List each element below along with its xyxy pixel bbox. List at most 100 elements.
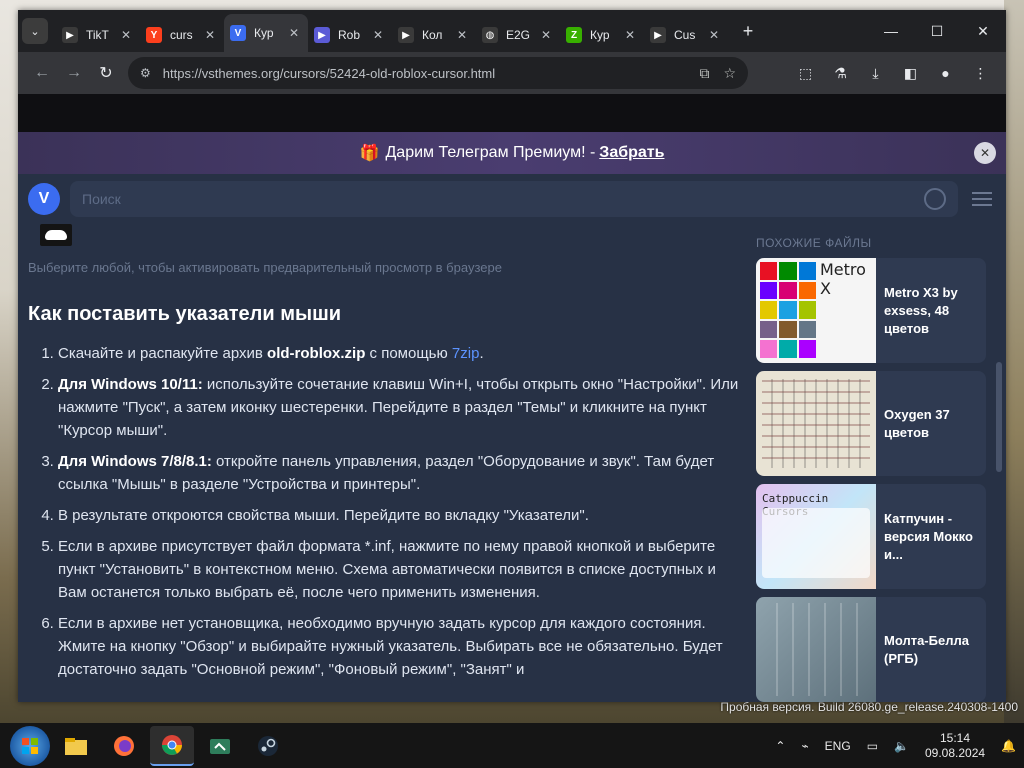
card-title[interactable]: Молта-Белла (РГБ): [876, 597, 986, 702]
step-text: В результате откроются свойства мыши. Пе…: [58, 507, 589, 524]
chrome-icon[interactable]: [150, 725, 194, 766]
step-text: .: [479, 345, 484, 362]
tab-close-icon[interactable]: ✕: [202, 28, 218, 42]
similar-file-card[interactable]: Metro X Metro X3 by exsess, 48 цветов: [756, 258, 986, 363]
step-text: Скачайте и распакуйте архив: [58, 345, 268, 362]
tab-label: Кур: [590, 28, 610, 42]
similar-file-card[interactable]: Молта-Белла (РГБ): [756, 597, 986, 702]
tab-close-icon[interactable]: ✕: [454, 28, 470, 42]
similar-files-title: ПОХОЖИЕ ФАЙЛЫ: [756, 236, 872, 250]
tab-label: Кур: [254, 26, 274, 40]
browser-tab[interactable]: ▶ Rob ✕: [308, 18, 392, 52]
browser-window: ⌄ ▶ TikT ✕ Ycurs ✕ V Кур ✕ ▶ Rob ✕ ▶ Кол ✕ ◍ E2G ✕ Z Кур ✕ ▶…: [18, 10, 1006, 702]
page-top-band: [18, 94, 1006, 132]
extensions-icon[interactable]: ⬚: [788, 65, 823, 82]
clock[interactable]: 15:14 09.08.2024: [925, 731, 985, 761]
card-title[interactable]: Metro X3 by exsess, 48 цветов: [876, 258, 986, 363]
address-bar[interactable]: ⚙ https://vsthemes.org/cursors/52424-old…: [128, 57, 748, 89]
maximize-icon[interactable]: ☐: [914, 23, 960, 40]
7zip-link[interactable]: 7zip: [452, 345, 480, 362]
tab-close-icon[interactable]: ✕: [538, 28, 554, 42]
system-tray: ⌃ ⌁ ENG ▭ 🔈 15:14 09.08.2024 🔔: [767, 731, 1024, 761]
tab-label: Cus: [674, 28, 696, 42]
minimize-icon[interactable]: —: [868, 23, 914, 40]
install-app-icon[interactable]: ⧉: [699, 65, 709, 82]
cursor-preview-thumb[interactable]: [40, 224, 72, 246]
similar-file-card[interactable]: Catppuccin Cursors Катпучин - версия Мок…: [756, 484, 986, 589]
browser-tab[interactable]: ◍ E2G ✕: [476, 18, 560, 52]
gift-icon: 🎁: [359, 145, 380, 162]
display-icon[interactable]: ▭: [867, 739, 878, 753]
browser-tab[interactable]: ▶ Кол ✕: [392, 18, 476, 52]
tab-close-icon[interactable]: ✕: [118, 28, 134, 42]
forward-icon[interactable]: →: [58, 64, 90, 82]
browser-tab[interactable]: Ycurs ✕: [140, 18, 224, 52]
step-text: Если в архиве нет установщика, необходим…: [58, 615, 723, 678]
browser-tab[interactable]: ▶ Cus ✕: [644, 18, 728, 52]
browser-tab[interactable]: ▶ TikT ✕: [56, 18, 140, 52]
browser-tab[interactable]: Z Кур ✕: [560, 18, 644, 52]
step-text: с помощью: [365, 345, 452, 362]
thumbnail: Catppuccin Cursors: [756, 484, 876, 589]
tab-search-button[interactable]: ⌄: [22, 18, 48, 44]
thumbnail: [756, 371, 876, 476]
card-title[interactable]: Oxygen 37 цветов: [876, 371, 986, 476]
search-input[interactable]: [82, 191, 924, 207]
close-banner-icon[interactable]: ✕: [974, 142, 996, 164]
thumb-caption: Metro X: [820, 260, 866, 298]
tiktok-icon: ▶: [62, 27, 78, 43]
side-panel-icon[interactable]: ◧: [893, 65, 928, 82]
tab-close-icon[interactable]: ✕: [286, 26, 302, 40]
steam-icon[interactable]: [246, 726, 290, 766]
site-info-icon[interactable]: ⚙: [140, 66, 151, 80]
site-logo[interactable]: V: [28, 183, 60, 215]
close-window-icon[interactable]: ✕: [960, 23, 1006, 40]
tab-close-icon[interactable]: ✕: [706, 28, 722, 42]
new-tab-button[interactable]: +: [734, 21, 762, 42]
tab-close-icon[interactable]: ✕: [622, 28, 638, 42]
tray-overflow-icon[interactable]: ⌃: [775, 739, 785, 753]
notification-bell-icon[interactable]: 🔔: [1001, 739, 1016, 753]
url-text[interactable]: https://vsthemes.org/cursors/52424-old-r…: [163, 66, 686, 81]
card-title[interactable]: Катпучин - версия Мокко и...: [876, 484, 986, 589]
language-indicator[interactable]: ENG: [825, 739, 851, 753]
reload-icon[interactable]: ↻: [90, 63, 122, 83]
thumbnail: [756, 597, 876, 702]
tab-strip: ⌄ ▶ TikT ✕ Ycurs ✕ V Кур ✕ ▶ Rob ✕ ▶ Кол ✕ ◍ E2G ✕ Z Кур ✕ ▶…: [18, 10, 1006, 52]
search-icon[interactable]: [924, 188, 946, 210]
section-heading: Как поставить указатели мыши: [28, 303, 342, 325]
menu-dots-icon[interactable]: ⋮: [963, 65, 998, 82]
labs-icon[interactable]: ⚗: [823, 65, 858, 82]
profile-icon[interactable]: ●: [928, 65, 963, 82]
install-step: В результате откроются свойства мыши. Пе…: [58, 504, 740, 527]
file-explorer-icon[interactable]: [54, 726, 98, 766]
app-icon[interactable]: [198, 726, 242, 766]
tab-close-icon[interactable]: ✕: [370, 28, 386, 42]
promo-banner: 🎁 Дарим Телеграм Премиум! - Забрать ✕: [18, 132, 1006, 174]
yandex-icon: Y: [146, 27, 162, 43]
taskbar: ⌃ ⌁ ENG ▭ 🔈 15:14 09.08.2024 🔔: [0, 723, 1024, 768]
windows-watermark: Пробная версия. Build 26080.ge_release.2…: [720, 700, 1018, 714]
downloads-icon[interactable]: ⤓: [858, 65, 893, 82]
tab-label: E2G: [506, 28, 531, 42]
promo-link[interactable]: Забрать: [599, 144, 664, 162]
network-icon[interactable]: ⌁: [801, 739, 808, 753]
promo-text: Дарим Телеграм Премиум! -: [385, 144, 596, 161]
site-header: V: [18, 174, 1006, 224]
toolbar-actions: ⬚ ⚗ ⤓ ◧ ● ⋮: [788, 65, 998, 82]
start-button[interactable]: [10, 725, 50, 766]
step-text: Если в архиве присутствует файл формата …: [58, 538, 716, 601]
bookmark-star-icon[interactable]: ☆: [723, 65, 736, 82]
back-icon[interactable]: ←: [26, 64, 58, 82]
similar-file-card[interactable]: Oxygen 37 цветов: [756, 371, 986, 476]
firefox-icon[interactable]: [102, 726, 146, 766]
thumbnail: Metro X: [756, 258, 876, 363]
site-search[interactable]: [70, 181, 958, 217]
hamburger-menu-icon[interactable]: [972, 188, 992, 210]
page-scrollbar[interactable]: [996, 362, 1002, 472]
browser-toolbar: ← → ↻ ⚙ https://vsthemes.org/cursors/524…: [18, 52, 1006, 94]
volume-icon[interactable]: 🔈: [894, 739, 909, 753]
browser-tab[interactable]: V Кур ✕: [224, 14, 308, 52]
tab-label: Rob: [338, 28, 361, 42]
tab-label: curs: [170, 28, 193, 42]
